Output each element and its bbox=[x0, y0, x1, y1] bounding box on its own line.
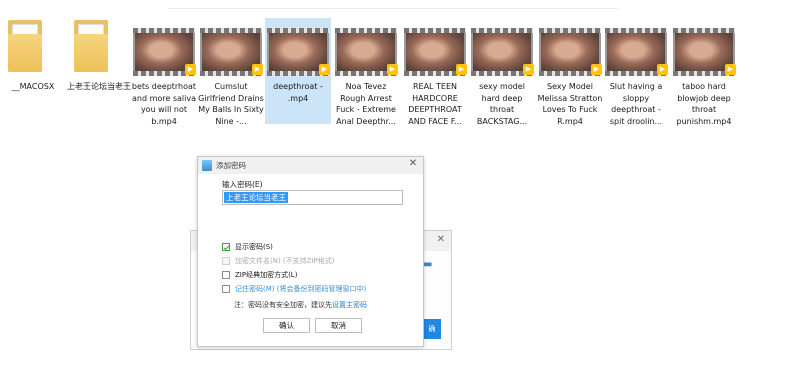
security-note-text: 注：密码没有安全加密，建议先 bbox=[234, 301, 332, 309]
player-badge-icon: ▶ bbox=[185, 64, 196, 75]
confirm-button[interactable]: 确 bbox=[423, 319, 441, 339]
folder-icon bbox=[74, 20, 108, 72]
file-item-video[interactable]: ▶ Cumslut Girlfriend Drains My Balls In … bbox=[198, 18, 264, 126]
file-name: REAL TEEN HARDCORE DEEPTHROAT AND FACE F… bbox=[408, 82, 462, 126]
password-input[interactable]: 上老王论坛当老王 bbox=[222, 190, 403, 205]
ok-button[interactable]: 确认 bbox=[263, 318, 310, 333]
encrypt-filenames-checkbox bbox=[222, 257, 230, 265]
folder-icon[interactable]: ▬ bbox=[423, 259, 437, 271]
player-badge-icon: ▶ bbox=[523, 64, 534, 75]
file-name: Slut having a sloppy deepthroat - spit d… bbox=[609, 82, 663, 126]
folder-icon bbox=[8, 20, 42, 72]
password-label: 输入密码(E) bbox=[222, 180, 263, 189]
app-icon bbox=[202, 160, 212, 171]
file-item-video[interactable]: ▶ Noa Tevez Rough Arrest Fuck - Extreme … bbox=[333, 18, 399, 126]
zip-classic-checkbox[interactable] bbox=[222, 271, 230, 279]
security-note: 注：密码没有安全加密，建议先设置主密码 bbox=[234, 300, 367, 310]
remember-password-checkbox[interactable] bbox=[222, 285, 230, 293]
video-thumbnail: ▶ bbox=[133, 28, 196, 76]
file-name: deepthroat - .mp4 bbox=[273, 82, 323, 103]
close-icon[interactable]: ✕ bbox=[407, 158, 419, 170]
file-item-video-selected[interactable]: ▶ deepthroat - .mp4 bbox=[265, 18, 331, 124]
file-item-video[interactable]: ▶ Slut having a sloppy deepthroat - spit… bbox=[603, 18, 669, 126]
password-value: 上老王论坛当老王 bbox=[224, 192, 288, 203]
player-badge-icon: ▶ bbox=[657, 64, 668, 75]
file-name: Noa Tevez Rough Arrest Fuck - Extreme An… bbox=[336, 82, 396, 126]
player-badge-icon: ▶ bbox=[456, 64, 467, 75]
file-name: bets deeptrhoat and more saliva you will… bbox=[131, 82, 197, 126]
player-badge-icon: ▶ bbox=[319, 64, 330, 75]
file-item-video[interactable]: ▶ bets deeptrhoat and more saliva you wi… bbox=[131, 18, 197, 126]
player-badge-icon: ▶ bbox=[252, 64, 263, 75]
file-item-video[interactable]: ▶ REAL TEEN HARDCORE DEEPTHROAT AND FACE… bbox=[402, 18, 468, 126]
dialog-title: 添加密码 bbox=[216, 161, 246, 170]
video-thumbnail: ▶ bbox=[335, 28, 398, 76]
address-bar-fragment bbox=[190, 0, 230, 6]
video-thumbnail: ▶ bbox=[605, 28, 668, 76]
add-password-dialog: 添加密码 ✕ 输入密码(E) 上老王论坛当老王 显示密码(S) 加密文件名(N)… bbox=[197, 156, 424, 347]
file-name: 上老王论坛当老王 bbox=[67, 82, 131, 91]
video-thumbnail: ▶ bbox=[673, 28, 736, 76]
file-item-video[interactable]: ▶ taboo hard blowjob deep throat punishm… bbox=[671, 18, 737, 126]
video-thumbnail: ▶ bbox=[404, 28, 467, 76]
video-thumbnail: ▶ bbox=[471, 28, 534, 76]
set-master-password-link[interactable]: 设置主密码 bbox=[332, 301, 367, 309]
video-thumbnail: ▶ bbox=[267, 28, 330, 76]
file-item-video[interactable]: ▶ sexy model hard deep throat BACKSTAG..… bbox=[469, 18, 535, 126]
zip-classic-label: ZIP经典加密方式(L) bbox=[235, 271, 298, 279]
close-icon[interactable]: ✕ bbox=[437, 234, 445, 245]
encrypt-filenames-label: 加密文件名(N) (不支持ZIP格式) bbox=[235, 257, 335, 265]
file-item-macosx[interactable]: __MACOSX bbox=[0, 18, 66, 124]
player-badge-icon: ▶ bbox=[387, 64, 398, 75]
show-password-checkbox[interactable] bbox=[222, 243, 230, 251]
show-password-label: 显示密码(S) bbox=[235, 243, 273, 251]
player-badge-icon: ▶ bbox=[591, 64, 602, 75]
file-name: taboo hard blowjob deep throat punishm.m… bbox=[676, 82, 732, 126]
video-thumbnail: ▶ bbox=[200, 28, 263, 76]
file-name: Sexy Model Melissa Stratton Loves To Fuc… bbox=[537, 82, 603, 126]
address-bar-edge bbox=[168, 8, 618, 9]
file-item-video[interactable]: ▶ Sexy Model Melissa Stratton Loves To F… bbox=[537, 18, 603, 126]
cancel-button[interactable]: 取消 bbox=[315, 318, 362, 333]
player-badge-icon: ▶ bbox=[725, 64, 736, 75]
file-name: sexy model hard deep throat BACKSTAG... bbox=[476, 82, 528, 126]
remember-password-label: 记住密码(M) (将会备份到密码管理窗口中) bbox=[235, 285, 367, 293]
file-name: __MACOSX bbox=[11, 82, 55, 91]
video-thumbnail: ▶ bbox=[539, 28, 602, 76]
dialog-titlebar: 添加密码 ✕ bbox=[198, 157, 423, 174]
file-item-folder[interactable]: 上老王论坛当老王 bbox=[66, 18, 132, 124]
file-name: Cumslut Girlfriend Drains My Balls In Si… bbox=[198, 82, 264, 126]
